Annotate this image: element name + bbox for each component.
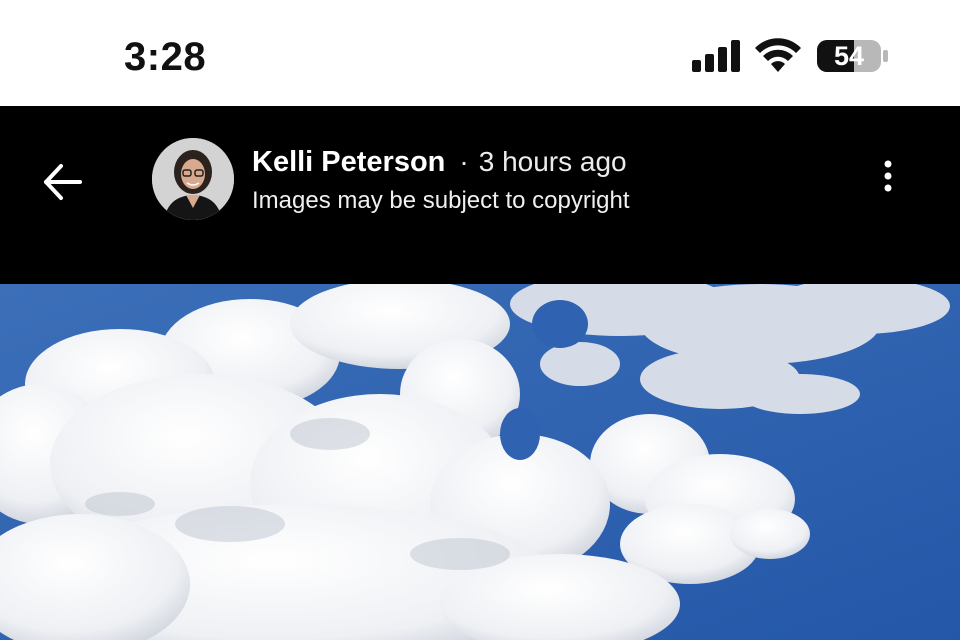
back-arrow-icon[interactable] <box>36 154 92 210</box>
more-vertical-icon[interactable] <box>868 156 908 196</box>
wifi-icon <box>755 38 801 72</box>
post-time: 3 hours ago <box>478 146 627 177</box>
author-line: Kelli Peterson · 3 hours ago <box>252 142 627 182</box>
copyright-note: Images may be subject to copyright <box>252 187 630 214</box>
status-time: 3:28 <box>124 35 207 79</box>
dot-separator: · <box>459 146 469 177</box>
battery-level: 54 <box>833 41 865 71</box>
author-name[interactable]: Kelli Peterson <box>252 146 445 178</box>
post-header: Kelli Peterson · 3 hours ago Images may be… <box>0 106 960 284</box>
status-bar: 3:28 54 <box>0 0 960 106</box>
avatar[interactable] <box>152 138 234 220</box>
cellular-signal-icon <box>692 40 740 72</box>
sky-clouds-photo <box>0 284 960 640</box>
